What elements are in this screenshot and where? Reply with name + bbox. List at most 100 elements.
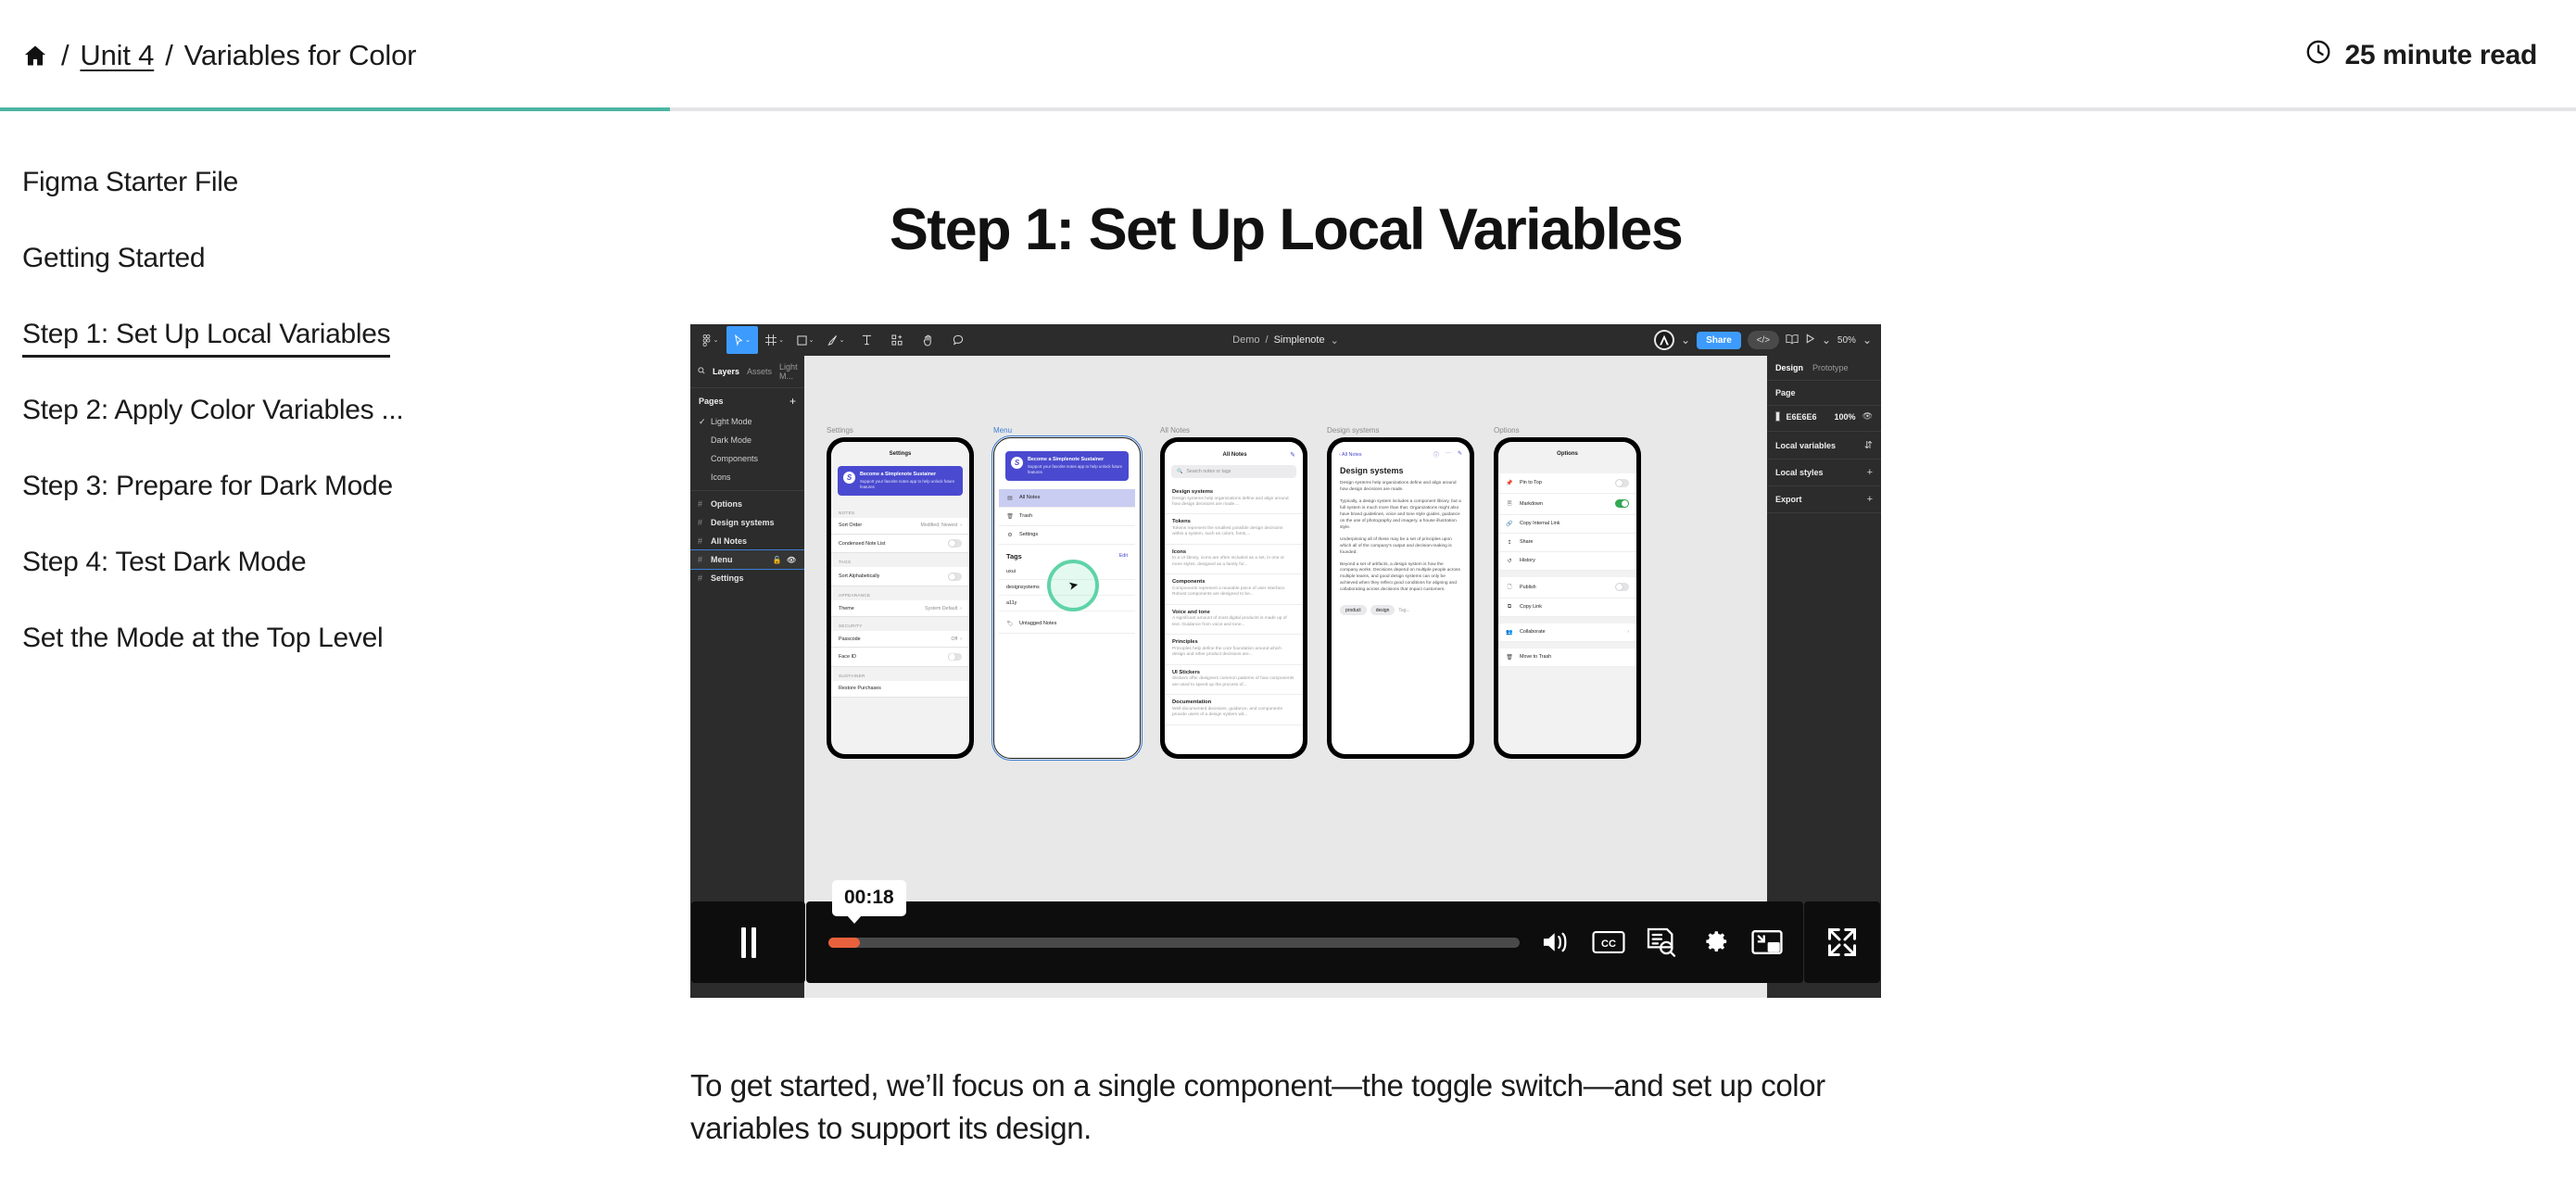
sidebar-item-step-2[interactable]: Step 2: Apply Color Variables ... <box>22 397 404 424</box>
sidebar-item-getting-started[interactable]: Getting Started <box>22 245 206 272</box>
share-button[interactable]: Share <box>1697 331 1741 349</box>
transcript-icon[interactable] <box>1644 925 1679 960</box>
search-input[interactable]: 🔍 Search notes or tags <box>1171 465 1296 478</box>
plus-icon[interactable]: + <box>1867 467 1873 478</box>
chevron-down-icon[interactable]: ⌄ <box>1822 334 1831 346</box>
move-tool-icon[interactable]: ⌄ <box>726 326 758 354</box>
settings-gear-icon[interactable] <box>1697 925 1732 960</box>
local-variables-section[interactable]: Local variables ⇵ <box>1767 432 1881 460</box>
toggle-switch[interactable] <box>1615 479 1629 487</box>
sustainer-promo-banner[interactable]: S Become a Simplenote Sustainer Support … <box>1005 451 1129 481</box>
video-player[interactable]: ⌄ ⌄ ⌄ ⌄ ⌄ Demo / Simplenote ⌄ ⌄ Share </… <box>690 324 1881 998</box>
unlock-icon[interactable]: 🔓 <box>773 556 782 564</box>
eye-icon[interactable]: 👁 <box>1863 411 1873 422</box>
components-tool-icon[interactable] <box>883 326 911 354</box>
avatar[interactable] <box>1654 330 1674 350</box>
volume-icon[interactable] <box>1538 925 1573 960</box>
note-list-item[interactable]: Documentation Well-documented decisions, … <box>1165 695 1303 725</box>
tab-layers[interactable]: Layers <box>713 367 739 376</box>
options-row-move-to-trash[interactable]: 🗑 Move to Trash <box>1498 648 1636 667</box>
picture-in-picture-icon[interactable] <box>1749 925 1785 960</box>
options-row-copy-link[interactable]: ⧉ Copy Link <box>1498 598 1636 617</box>
phone-mockup[interactable]: ‹ All Notes ⓘ ··· ✎ Design systems Desig… <box>1327 437 1474 759</box>
sliders-icon[interactable]: ⇵ <box>1864 439 1873 451</box>
tag-chip-design[interactable]: design <box>1370 605 1395 616</box>
sidebar-item-step-1[interactable]: Step 1: Set Up Local Variables <box>22 321 391 358</box>
page-selector[interactable]: Light M... <box>779 362 798 381</box>
fill-opacity-value[interactable]: 100% <box>1835 412 1856 422</box>
options-row-history[interactable]: ↺ History <box>1498 551 1636 571</box>
edit-tags-button[interactable]: Edit <box>1119 553 1128 559</box>
search-icon[interactable] <box>698 367 705 376</box>
figma-project-name[interactable]: Demo <box>1232 334 1259 346</box>
options-row-markdown[interactable]: 🗎 Markdown <box>1498 493 1636 515</box>
toggle-switch[interactable] <box>948 572 962 581</box>
settings-row-restore-purchases[interactable]: Restore Purchases <box>831 680 969 698</box>
hand-tool-icon[interactable] <box>914 326 941 354</box>
page-item-components[interactable]: Components <box>690 449 804 468</box>
chevron-down-icon[interactable]: ⌄ <box>1681 334 1690 346</box>
figma-menu-icon[interactable]: ⌄ <box>696 326 724 354</box>
note-list-item[interactable]: Tokens Tokens represent the smallest poss… <box>1165 514 1303 545</box>
menu-item-trash[interactable]: 🗑 Trash <box>999 508 1135 526</box>
toggle-switch[interactable] <box>948 652 962 662</box>
note-list-item[interactable]: Voice and tone A significant amount of mo… <box>1165 604 1303 636</box>
layer-item-menu[interactable]: # Menu 🔓 👁 <box>690 549 805 570</box>
frame-label[interactable]: Design systems <box>1327 426 1474 435</box>
note-list-item[interactable]: Principles Principles help define the cor… <box>1165 635 1303 665</box>
phone-mockup-selected[interactable]: S Become a Simplenote Sustainer Support … <box>991 435 1143 761</box>
note-list-item[interactable]: Design systems Design systems help organi… <box>1165 485 1303 515</box>
pause-button[interactable] <box>691 901 805 983</box>
sidebar-item-set-the-mode[interactable]: Set the Mode at the Top Level <box>22 624 384 652</box>
page-item-dark-mode[interactable]: Dark Mode <box>690 431 804 449</box>
captions-icon[interactable]: CC <box>1591 925 1626 960</box>
menu-item-untagged-notes[interactable]: 🏷 Untagged Notes <box>999 615 1135 634</box>
chevron-down-icon[interactable]: ⌄ <box>1331 334 1339 346</box>
phone-mockup[interactable]: All Notes ✎ 🔍 Search notes or tags Desig… <box>1160 437 1307 759</box>
options-row-collaborate[interactable]: 👥 Collaborate › <box>1498 623 1636 642</box>
phone-mockup[interactable]: Settings S Become a Simplenote Sustainer… <box>827 437 974 759</box>
breadcrumb-unit-link[interactable]: Unit 4 <box>80 39 154 72</box>
layer-item-settings[interactable]: # Settings <box>690 569 804 587</box>
menu-item-all-notes[interactable]: ▤ All Notes <box>999 488 1135 508</box>
options-row-copy-internal-link[interactable]: 🔗 Copy Internal Link <box>1498 514 1636 534</box>
text-tool-icon[interactable] <box>852 326 880 354</box>
settings-row-sort-order[interactable]: Sort Order Modified: Newest › <box>831 517 969 535</box>
eye-icon[interactable]: 👁 <box>787 556 796 564</box>
layer-item-design-systems[interactable]: # Design systems <box>690 513 804 532</box>
settings-row-condensed-note-list[interactable]: Condensed Note List <box>831 534 969 554</box>
sidebar-item-step-3[interactable]: Step 3: Prepare for Dark Mode <box>22 472 393 500</box>
settings-row-face-id[interactable]: Face ID <box>831 648 969 667</box>
local-styles-section[interactable]: Local styles + <box>1767 460 1881 486</box>
page-item-light-mode[interactable]: ✓ Light Mode <box>690 412 804 431</box>
compose-icon[interactable]: ✎ <box>1290 451 1295 459</box>
page-item-icons[interactable]: Icons <box>690 468 804 486</box>
info-icon[interactable]: ⓘ <box>1433 450 1439 459</box>
sidebar-item-step-4[interactable]: Step 4: Test Dark Mode <box>22 548 307 576</box>
options-row-publish[interactable]: 🗋 Publish <box>1498 576 1636 598</box>
toggle-switch[interactable] <box>1615 583 1629 591</box>
frame-label[interactable]: Options <box>1494 426 1641 435</box>
chevron-down-icon[interactable]: ⌄ <box>1863 334 1872 346</box>
fill-hex-value[interactable]: E6E6E6 <box>1787 412 1817 422</box>
sidebar-item-figma-starter-file[interactable]: Figma Starter File <box>22 169 238 196</box>
tab-prototype[interactable]: Prototype <box>1812 363 1849 372</box>
tag-input-placeholder[interactable]: Tag... <box>1398 608 1409 613</box>
toggle-switch[interactable] <box>1615 499 1629 508</box>
frame-tool-icon[interactable]: ⌄ <box>761 326 789 354</box>
comment-tool-icon[interactable] <box>944 326 972 354</box>
color-swatch[interactable] <box>1775 411 1780 422</box>
frame-label[interactable]: All Notes <box>1160 426 1307 435</box>
export-section[interactable]: Export + <box>1767 486 1881 513</box>
sustainer-promo-banner[interactable]: S Become a Simplenote Sustainer Support … <box>838 466 963 496</box>
options-row-share[interactable]: ↥ Share <box>1498 533 1636 552</box>
back-button[interactable]: ‹ All Notes <box>1339 452 1362 458</box>
pen-tool-icon[interactable]: ⌄ <box>822 326 850 354</box>
plus-icon[interactable]: + <box>1867 494 1873 505</box>
shape-tool-icon[interactable]: ⌄ <box>791 326 819 354</box>
phone-mockup[interactable]: Options 📌 Pin to Top 🗎 Markdown 🔗 Copy Inte… <box>1494 437 1641 759</box>
settings-row-passcode[interactable]: Passcode Off › <box>831 631 969 649</box>
layer-item-options[interactable]: # Options <box>690 495 804 513</box>
library-book-icon[interactable] <box>1786 334 1799 347</box>
figma-file-name[interactable]: Simplenote <box>1274 334 1325 346</box>
